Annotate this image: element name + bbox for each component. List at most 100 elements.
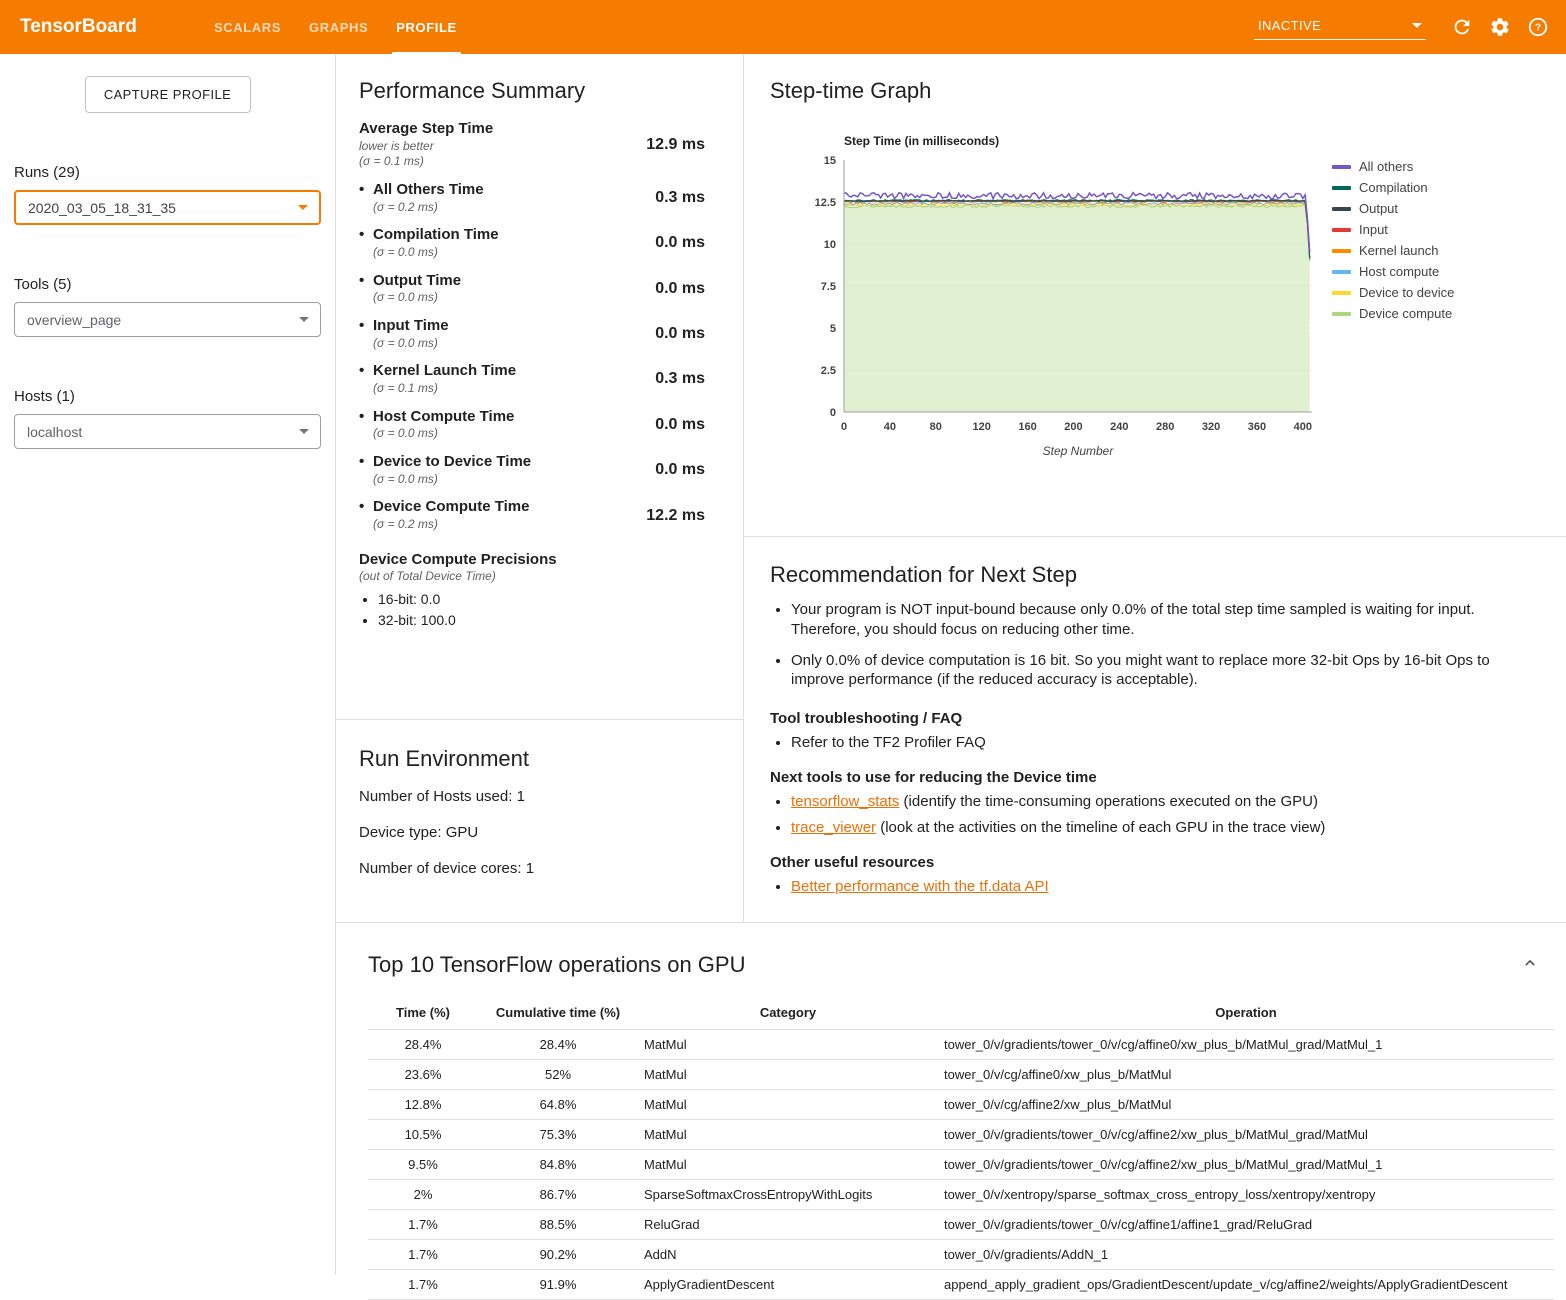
cumulative-cell: 84.8% [478,1150,638,1180]
tools-dropdown-value: overview_page [27,312,121,328]
refresh-button[interactable] [1446,11,1478,43]
metric-label: •Compilation Time [359,226,499,245]
legend-item: Kernel launch [1332,240,1454,261]
cumulative-cell: 91.9% [478,1270,638,1300]
top-ops-card: Top 10 TensorFlow operations on GPU Time… [336,922,1566,1300]
tools-label: Tools (5) [14,276,321,293]
settings-button[interactable] [1484,11,1516,43]
legend-label: Input [1359,222,1388,237]
collapse-button[interactable] [1516,949,1544,980]
link-tensorflow-stats[interactable]: tensorflow_stats [791,793,899,810]
legend-swatch-host-compute [1332,270,1351,274]
category-cell: SparseSoftmaxCrossEntropyWithLogits [638,1180,938,1210]
bullet-icon: • [359,226,373,245]
metric-row: Average Step Timelower is better(σ = 0.1… [359,120,705,170]
metric-label: •Output Time [359,272,461,291]
legend-swatch-input [1332,228,1351,232]
refresh-icon [1451,16,1473,38]
legend-label: Device compute [1359,306,1452,321]
metric-label: •Device to Device Time [359,453,531,472]
recommendation-bullet: Your program is NOT input-bound because … [791,600,1520,640]
legend-item: Host compute [1332,261,1454,282]
app-title: TensorBoard [20,0,172,54]
link-trace-viewer[interactable]: trace_viewer [791,819,876,836]
legend-label: Device to device [1359,285,1454,300]
runs-dropdown-value: 2020_03_05_18_31_35 [28,200,176,216]
chevron-down-icon [299,317,309,322]
svg-text:0: 0 [830,407,836,419]
table-row: 1.7%90.2%AddNtower_0/v/gradients/AddN_1 [368,1240,1554,1270]
step-time-graph-card: Step-time Graph Step Time (in millisecon… [744,54,1566,537]
tab-scalars[interactable]: SCALARS [200,0,295,54]
precision-item: 32-bit: 100.0 [378,612,705,628]
svg-text:240: 240 [1110,421,1128,433]
svg-text:120: 120 [972,421,990,433]
legend-label: Output [1359,201,1398,216]
metric-row: •Compilation Time(σ = 0.0 ms)0.0 ms [359,226,705,260]
legend-swatch-device-compute [1332,312,1351,316]
bullet-icon: • [359,181,373,200]
status-dropdown[interactable]: INACTIVE [1254,15,1426,40]
metric-row: •Input Time(σ = 0.0 ms)0.0 ms [359,317,705,351]
metric-subtext: (σ = 0.2 ms) [373,517,529,533]
tab-graphs[interactable]: GRAPHS [295,0,382,54]
top-ops-table: Time (%)Cumulative time (%)CategoryOpera… [368,996,1554,1300]
legend-item: Input [1332,219,1454,240]
metrics-list: Average Step Timelower is better(σ = 0.1… [359,120,705,533]
metric-label: •Host Compute Time [359,408,514,427]
time-cell: 12.8% [368,1090,478,1120]
step-time-graph-title: Step-time Graph [770,78,1546,104]
link-better-performance-with-the-tf-data-api[interactable]: Better performance with the tf.data API [791,878,1049,895]
svg-text:?: ? [1535,23,1541,34]
tools-dropdown[interactable]: overview_page [14,302,321,337]
precisions-subtitle: (out of Total Device Time) [359,569,705,585]
metric-row: •Device Compute Time(σ = 0.2 ms)12.2 ms [359,498,705,532]
next-tools-heading: Next tools to use for reducing the Devic… [770,769,1520,786]
bullet-icon: • [359,453,373,472]
metric-value: 0.0 ms [655,461,705,479]
help-button[interactable]: ? [1522,11,1554,43]
runs-dropdown[interactable]: 2020_03_05_18_31_35 [14,190,321,225]
category-cell: MatMul [638,1090,938,1120]
table-row: 12.8%64.8%MatMultower_0/v/cg/affine2/xw_… [368,1090,1554,1120]
category-cell: AddN [638,1240,938,1270]
cumulative-cell: 90.2% [478,1240,638,1270]
table-row: 9.5%84.8%MatMultower_0/v/gradients/tower… [368,1150,1554,1180]
svg-text:200: 200 [1064,421,1082,433]
hosts-dropdown[interactable]: localhost [14,414,321,449]
sidebar: CAPTURE PROFILE Runs (29) 2020_03_05_18_… [0,54,335,1275]
cumulative-cell: 28.4% [478,1030,638,1060]
column-header: Time (%) [368,996,478,1030]
tab-profile[interactable]: PROFILE [382,0,471,54]
svg-text:280: 280 [1156,421,1174,433]
precisions-title: Device Compute Precisions [359,551,705,570]
metric-value: 12.2 ms [646,507,705,525]
chart-legend: All othersCompilationOutputInputKernel l… [1332,156,1454,473]
metric-row: •Output Time(σ = 0.0 ms)0.0 ms [359,272,705,306]
next-tool-description: (look at the activities on the timeline … [876,819,1325,836]
table-row: 23.6%52%MatMultower_0/v/cg/affine0/xw_pl… [368,1060,1554,1090]
table-row: 1.7%88.5%ReluGradtower_0/v/gradients/tow… [368,1210,1554,1240]
status-dropdown-value: INACTIVE [1258,18,1321,33]
cumulative-cell: 88.5% [478,1210,638,1240]
nav-tabs: SCALARSGRAPHSPROFILE [200,0,471,54]
time-cell: 23.6% [368,1060,478,1090]
column-header: Operation [938,996,1554,1030]
metric-subtext: (σ = 0.1 ms) [359,154,493,170]
category-cell: ApplyGradientDescent [638,1270,938,1300]
faq-heading: Tool troubleshooting / FAQ [770,710,1520,727]
table-row: 28.4%28.4%MatMultower_0/v/gradients/towe… [368,1030,1554,1060]
bullet-icon: • [359,362,373,381]
svg-text:15: 15 [824,155,836,167]
metric-row: •All Others Time(σ = 0.2 ms)0.3 ms [359,181,705,215]
next-tool-description: (identify the time-consuming operations … [899,793,1318,810]
svg-text:80: 80 [930,421,942,433]
operation-cell: tower_0/v/gradients/tower_0/v/cg/affine2… [938,1120,1554,1150]
operation-cell: tower_0/v/xentropy/sparse_softmax_cross_… [938,1180,1554,1210]
time-cell: 2% [368,1180,478,1210]
capture-profile-button[interactable]: CAPTURE PROFILE [85,76,251,113]
operation-cell: append_apply_gradient_ops/GradientDescen… [938,1270,1554,1300]
help-icon: ? [1527,16,1549,38]
hosts-label: Hosts (1) [14,388,321,405]
metric-subtext: (σ = 0.0 ms) [373,245,499,261]
